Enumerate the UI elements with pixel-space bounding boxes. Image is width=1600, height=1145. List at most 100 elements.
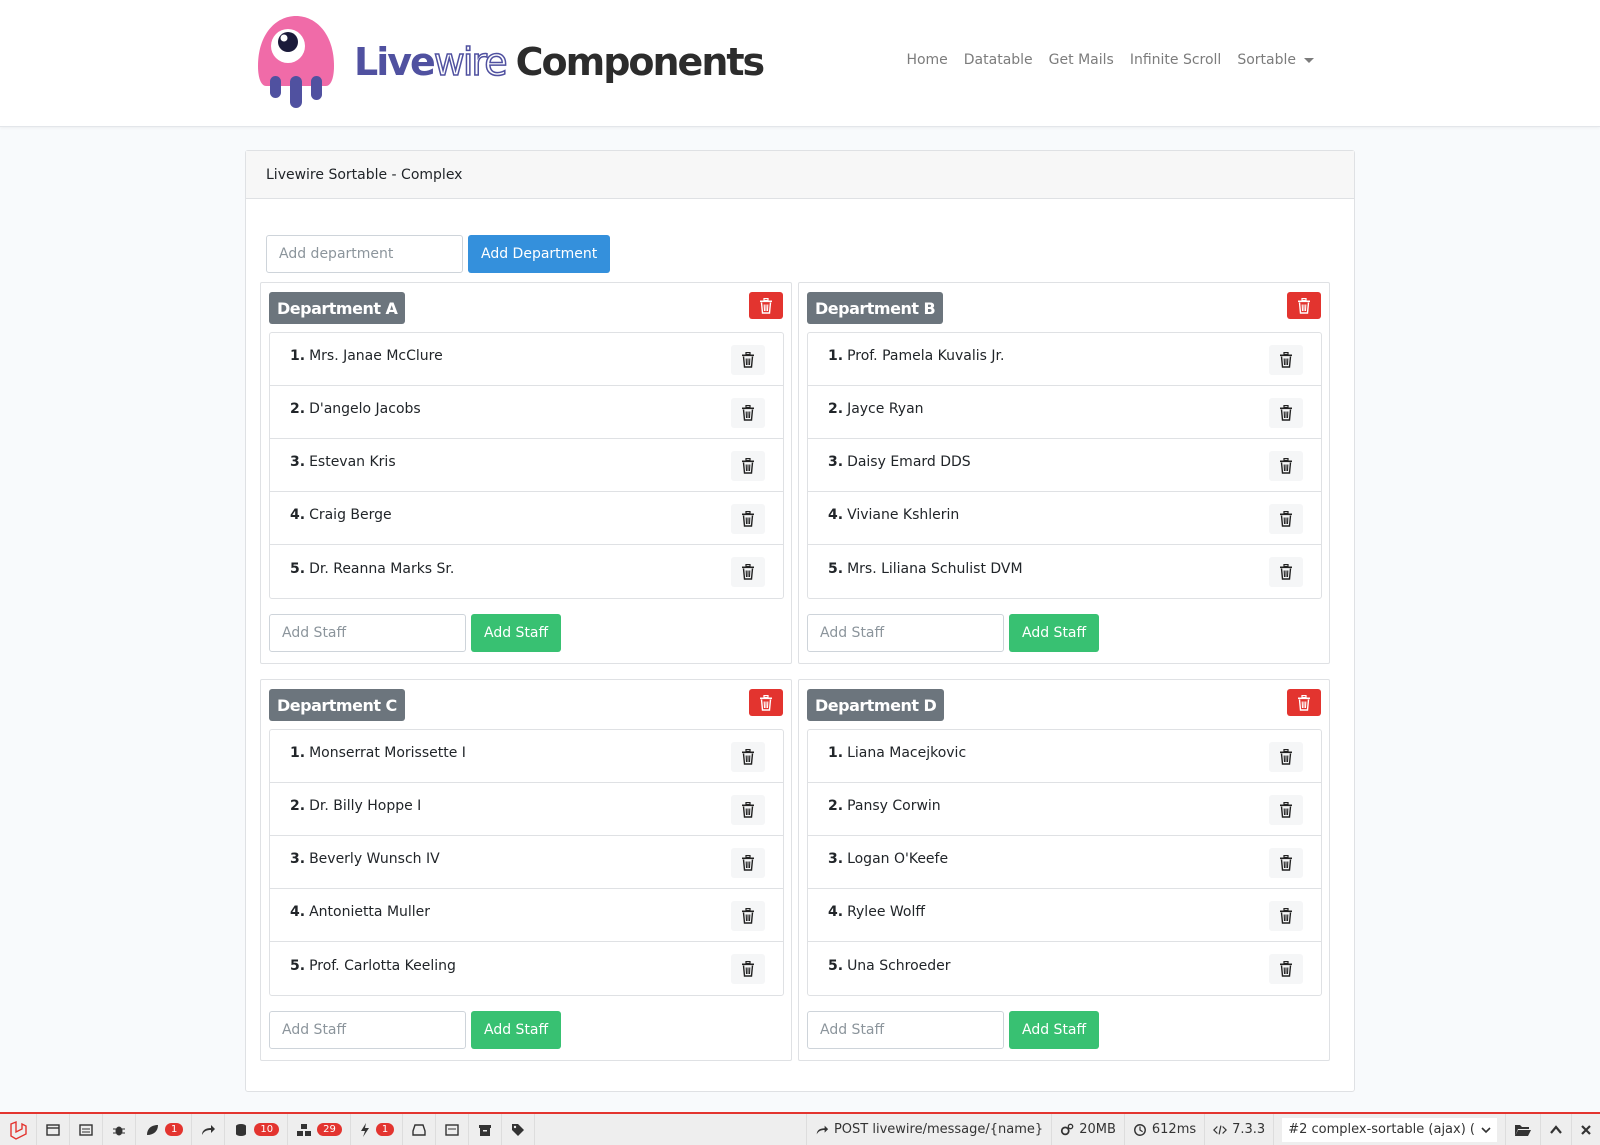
delete-staff-button[interactable] [731,345,765,375]
staff-list-item[interactable]: 4. Rylee Wolff [808,889,1321,942]
trash-icon [1297,694,1311,711]
bug-icon[interactable] [103,1114,136,1145]
timeline-icon[interactable] [70,1114,103,1145]
delete-staff-button[interactable] [1269,848,1303,878]
delete-department-button[interactable] [749,689,783,716]
delete-staff-button[interactable] [1269,345,1303,375]
queries-tab[interactable]: 10 [225,1114,289,1145]
delete-staff-button[interactable] [731,398,765,428]
php-info[interactable]: 7.3.3 [1204,1114,1273,1145]
staff-list-item[interactable]: 2. Jayce Ryan [808,386,1321,439]
folder-open-icon[interactable] [1505,1114,1540,1145]
delete-department-button[interactable] [749,292,783,319]
laravel-logo-icon[interactable] [0,1114,37,1145]
department-panel[interactable]: Department D 1. Liana Macejkovic 2. Pans… [798,679,1330,1061]
staff-list-item[interactable]: 1. Mrs. Janae McClure [270,333,783,386]
delete-staff-button[interactable] [731,504,765,534]
delete-staff-button[interactable] [731,742,765,772]
nav-dropdown-sortable[interactable]: Sortable [1229,52,1322,68]
events-tab[interactable]: 1 [351,1114,404,1145]
department-panel[interactable]: Department B 1. Prof. Pamela Kuvalis Jr.… [798,282,1330,664]
staff-list-item[interactable]: 2. Dr. Billy Hoppe I [270,783,783,836]
nav-item-datatable[interactable]: Datatable [956,52,1041,68]
staff-list-item[interactable]: 5. Dr. Reanna Marks Sr. [270,545,783,598]
staff-list-item[interactable]: 5. Mrs. Liliana Schulist DVM [808,545,1321,598]
staff-list-item[interactable]: 4. Antonietta Muller [270,889,783,942]
database-icon [236,1123,247,1136]
staff-list-item[interactable]: 5. Una Schroeder [808,942,1321,995]
trash-icon [1279,458,1293,474]
staff-list-item[interactable]: 3. Beverly Wunsch IV [270,836,783,889]
nav-item-home[interactable]: Home [898,52,955,68]
mail-icon[interactable] [403,1114,437,1145]
add-staff-input[interactable] [807,614,1004,652]
department-title: Department C [269,689,405,721]
delete-staff-button[interactable] [731,848,765,878]
time-info[interactable]: 612ms [1123,1114,1204,1145]
staff-list-item[interactable]: 2. D'angelo Jacobs [270,386,783,439]
chevron-up-icon[interactable] [1540,1114,1571,1145]
staff-list-item[interactable]: 4. Viviane Kshlerin [808,492,1321,545]
staff-number: 4. [828,507,844,523]
delete-staff-button[interactable] [1269,954,1303,984]
route-icon[interactable] [192,1114,226,1145]
staff-list-item[interactable]: 1. Monserrat Morissette I [270,730,783,783]
delete-staff-button[interactable] [1269,398,1303,428]
add-staff-form: Add Staff [269,1011,562,1049]
department-panel[interactable]: Department C 1. Monserrat Morissette I 2… [260,679,792,1061]
staff-number: 2. [290,401,306,417]
delete-department-button[interactable] [1287,292,1321,319]
department-panel[interactable]: Department A 1. Mrs. Janae McClure 2. D'… [260,282,792,664]
delete-staff-button[interactable] [1269,742,1303,772]
nav-item-infinite-scroll[interactable]: Infinite Scroll [1122,52,1230,68]
request-selector[interactable]: #2 complex-sortable (ajax) ( [1273,1114,1505,1145]
tags-icon[interactable] [502,1114,536,1145]
memory-info[interactable]: 20MB [1051,1114,1124,1145]
delete-staff-button[interactable] [1269,901,1303,931]
request-select[interactable]: #2 complex-sortable (ajax) ( [1282,1117,1497,1142]
staff-list-item[interactable]: 1. Prof. Pamela Kuvalis Jr. [808,333,1321,386]
delete-staff-button[interactable] [731,451,765,481]
add-staff-input[interactable] [269,1011,466,1049]
archive-icon[interactable] [469,1114,503,1145]
delete-staff-button[interactable] [731,795,765,825]
leaf-icon [147,1124,158,1135]
add-staff-input[interactable] [269,614,466,652]
views-tab[interactable]: 1 [136,1114,193,1145]
add-staff-button[interactable]: Add Staff [471,614,562,652]
models-tab[interactable]: 29 [288,1114,351,1145]
brand-link[interactable]: Live wire Components [250,14,765,110]
delete-staff-button[interactable] [1269,504,1303,534]
session-icon[interactable] [436,1114,470,1145]
staff-list-item[interactable]: 3. Estevan Kris [270,439,783,492]
delete-staff-button[interactable] [731,954,765,984]
add-department-button[interactable]: Add Department [468,235,611,273]
staff-number: 1. [290,348,306,364]
delete-department-button[interactable] [1287,689,1321,716]
staff-list-item[interactable]: 5. Prof. Carlotta Keeling [270,942,783,995]
add-staff-button[interactable]: Add Staff [471,1011,562,1049]
delete-staff-button[interactable] [731,557,765,587]
staff-name: Mrs. Liliana Schulist DVM [847,560,1023,577]
add-staff-form: Add Staff [807,1011,1100,1049]
messages-icon[interactable] [37,1114,70,1145]
add-staff-button[interactable]: Add Staff [1009,1011,1100,1049]
nav-item-get-mails[interactable]: Get Mails [1041,52,1122,68]
add-staff-button[interactable]: Add Staff [1009,614,1100,652]
delete-staff-button[interactable] [731,901,765,931]
delete-staff-button[interactable] [1269,795,1303,825]
delete-staff-button[interactable] [1269,451,1303,481]
staff-name: Viviane Kshlerin [847,507,960,523]
delete-staff-button[interactable] [1269,557,1303,587]
staff-list-item[interactable]: 1. Liana Macejkovic [808,730,1321,783]
close-icon[interactable] [1571,1114,1600,1145]
add-staff-input[interactable] [807,1011,1004,1049]
trash-icon [1279,749,1293,765]
add-department-input[interactable] [266,235,463,273]
staff-list-item[interactable]: 3. Logan O'Keefe [808,836,1321,889]
staff-number: 1. [828,745,844,761]
request-info[interactable]: POST livewire/message/{name} [805,1114,1051,1145]
staff-list-item[interactable]: 4. Craig Berge [270,492,783,545]
staff-list-item[interactable]: 2. Pansy Corwin [808,783,1321,836]
staff-list-item[interactable]: 3. Daisy Emard DDS [808,439,1321,492]
